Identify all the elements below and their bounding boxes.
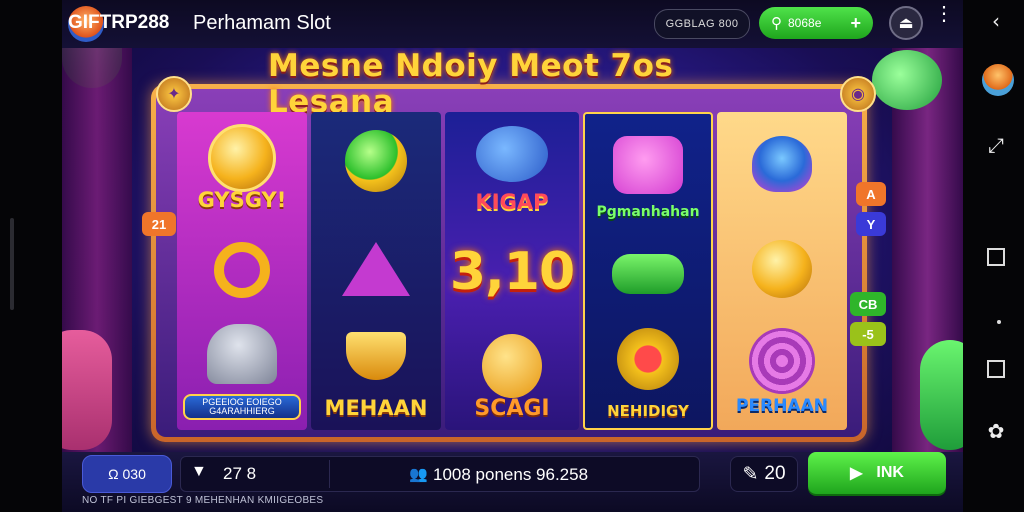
balance-pill[interactable]: GGBLAG 800 [654, 9, 750, 39]
reel2-bottom-label: MEHAAN [324, 396, 428, 420]
slot-game-view: GIFTRP288 Perhamam Slot GGBLAG 800 ⚲ 806… [62, 0, 963, 512]
left-edge-bar [0, 0, 62, 512]
spin-button[interactable]: ▶ INK [808, 452, 946, 494]
decor-orb-right [872, 50, 942, 110]
heart-gem-symbol [752, 136, 812, 192]
golden-egg-symbol [482, 334, 542, 398]
recents-square-icon[interactable] [987, 360, 1005, 378]
right-chip-y[interactable]: Y [856, 212, 886, 236]
dot-icon [997, 320, 1001, 324]
game-banner: Mesne Ndoiy Meot 7os Lesana [268, 48, 674, 120]
profile-button[interactable]: ⏏ [889, 6, 923, 40]
right-chip-green-1[interactable]: CB [850, 292, 886, 316]
pencil-icon: ✎ [742, 463, 759, 485]
green-gem-symbol [345, 130, 407, 192]
right-chip-green-2[interactable]: -5 [850, 322, 886, 346]
reel3-top-label: KIGAP [475, 190, 549, 214]
square-icon[interactable] [987, 248, 1005, 266]
gold-cup-symbol [346, 332, 406, 380]
top-bar: GIFTRP288 Perhamam Slot GGBLAG 800 ⚲ 806… [62, 0, 963, 48]
purple-swirl-symbol [749, 328, 815, 394]
deposit-label: 8068e [788, 16, 822, 30]
reel-5: PERHAAN [717, 112, 847, 430]
reel-1: GYSGY! PGEEIOG EOIEGO G4ARAHHIERG [177, 112, 307, 430]
lines-button[interactable]: ✎ 20 [730, 456, 798, 492]
brand-name: GIFTRP288 [68, 12, 170, 33]
puzzle-icon[interactable]: ✿ [985, 419, 1007, 443]
players-info: 1008 ponens 96.258 [433, 465, 589, 484]
ruby-medallion-symbol [617, 328, 679, 390]
reel4-bottom-label: NEHIDIGY [607, 402, 689, 420]
blue-bird-symbol [476, 126, 548, 182]
spin-label: INK [876, 464, 904, 481]
gold-coin-symbol [208, 124, 276, 192]
reel4-top-label: Pgmanhahan [596, 204, 700, 220]
gold-ring-symbol [214, 242, 270, 298]
pink-cat-symbol [613, 136, 683, 194]
play-icon: ▶ [850, 465, 863, 482]
left-line-chip[interactable]: 21 [142, 212, 176, 236]
left-medallion-icon: ✦ [156, 76, 192, 112]
page-title: Perhamam Slot [193, 12, 331, 34]
bet-divider [329, 460, 330, 488]
bet-value: 27 8 [223, 464, 257, 483]
footer-text: NO TF PI GIEBGEST 9 MEHENHAN KMIIGEOBES [82, 495, 324, 506]
right-chip-a[interactable]: A [856, 182, 886, 206]
reel-3: KIGAP 3,10 SCAGI [445, 112, 579, 430]
search-icon: ⚲ [771, 15, 782, 32]
green-frog-symbol [612, 254, 684, 294]
fox-avatar[interactable] [982, 64, 1014, 96]
user-icon: ⏏ [898, 15, 914, 32]
robot-symbol [207, 324, 277, 384]
people-icon: 👥 [409, 466, 428, 483]
side-handle[interactable] [10, 218, 14, 310]
decor-balloon-left [62, 330, 112, 450]
plus-icon: + [850, 12, 861, 33]
right-medallion-icon: ◉ [840, 76, 876, 112]
reel1-top-label: GYSGY! [197, 188, 287, 212]
more-menu-button[interactable]: ⋮ [934, 4, 954, 24]
wizard-hat-symbol [342, 242, 410, 296]
reel5-bottom-label: PERHAAN [736, 396, 828, 416]
reel1-plate: PGEEIOG EOIEGO G4ARAHHIERG [183, 394, 301, 420]
wallet-button[interactable]: Ω 030 [82, 455, 172, 493]
lines-value: 20 [764, 463, 786, 484]
reel3-bottom-label: SCAGI [474, 396, 550, 421]
bet-icon: ▼ [191, 463, 207, 480]
rotate-icon[interactable]: ⤢ [985, 133, 1007, 157]
reel-4: Pgmanhahan NEHIDIGY [583, 112, 713, 430]
gold-ornament-symbol [752, 240, 812, 298]
win-amount: 3,10 [449, 242, 575, 302]
reel-2: MEHAAN [311, 112, 441, 430]
reel-area[interactable]: GYSGY! PGEEIOG EOIEGO G4ARAHHIERG MEHAAN… [177, 112, 855, 430]
decor-balloon-right [920, 340, 963, 450]
back-chevron-icon[interactable]: ‹ [985, 9, 1007, 33]
bet-panel[interactable]: ▼ 27 8 👥 1008 ponens 96.258 [180, 456, 700, 492]
deposit-button[interactable]: ⚲ 8068e + [759, 7, 873, 39]
